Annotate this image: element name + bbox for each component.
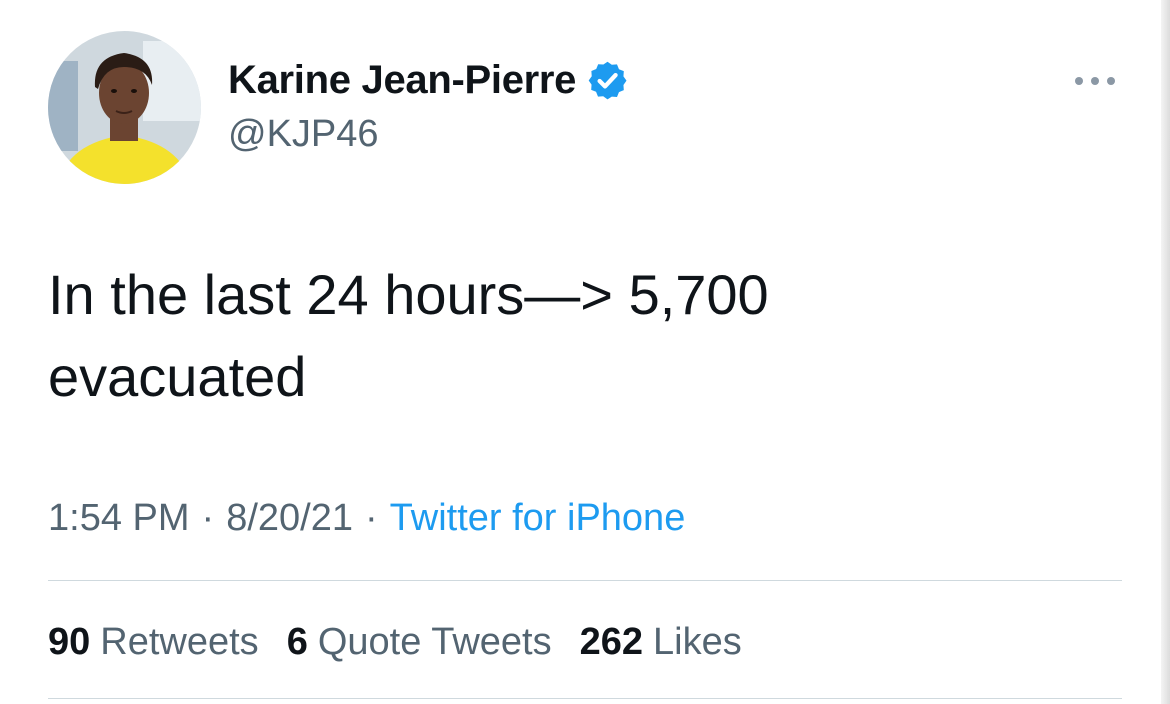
- tweet-meta: 1:54 PM · 8/20/21 · Twitter for iPhone: [48, 493, 685, 543]
- divider: [48, 698, 1122, 699]
- quote-tweets-stat[interactable]: 6 Quote Tweets: [287, 621, 552, 664]
- meta-separator: ·: [201, 496, 215, 539]
- avatar-image: [48, 31, 201, 184]
- likes-label: Likes: [653, 620, 742, 663]
- quote-tweets-label: Quote Tweets: [317, 620, 552, 663]
- retweets-stat[interactable]: 90 Retweets: [48, 621, 259, 664]
- quote-tweets-count: 6: [286, 620, 308, 663]
- dot-icon: [1075, 77, 1083, 85]
- tweet-source-link[interactable]: Twitter for iPhone: [390, 497, 686, 540]
- retweets-label: Retweets: [100, 620, 259, 663]
- tweet-detail: Karine Jean-Pierre @KJP46 In the last 24…: [0, 0, 1170, 704]
- dot-icon: [1091, 77, 1099, 85]
- tweet-date[interactable]: 8/20/21: [226, 497, 353, 540]
- author-handle[interactable]: @KJP46: [228, 113, 379, 156]
- tweet-stats: 90 Retweets 6 Quote Tweets 262 Likes: [48, 616, 770, 668]
- likes-count: 262: [579, 620, 644, 663]
- author-display-name[interactable]: Karine Jean-Pierre: [228, 58, 576, 103]
- likes-stat[interactable]: 262 Likes: [580, 621, 742, 664]
- author-name-row[interactable]: Karine Jean-Pierre: [228, 56, 629, 104]
- verified-badge-icon: [586, 59, 629, 102]
- tweet-text: In the last 24 hours—> 5,700 evacuated: [48, 263, 769, 408]
- screen-edge: [1161, 0, 1170, 704]
- dot-icon: [1107, 77, 1115, 85]
- retweets-count: 90: [48, 620, 91, 663]
- divider: [48, 580, 1122, 581]
- avatar[interactable]: [48, 31, 201, 184]
- meta-separator: ·: [364, 496, 378, 539]
- more-options-icon[interactable]: [1069, 64, 1121, 98]
- tweet-time[interactable]: 1:54 PM: [48, 497, 190, 540]
